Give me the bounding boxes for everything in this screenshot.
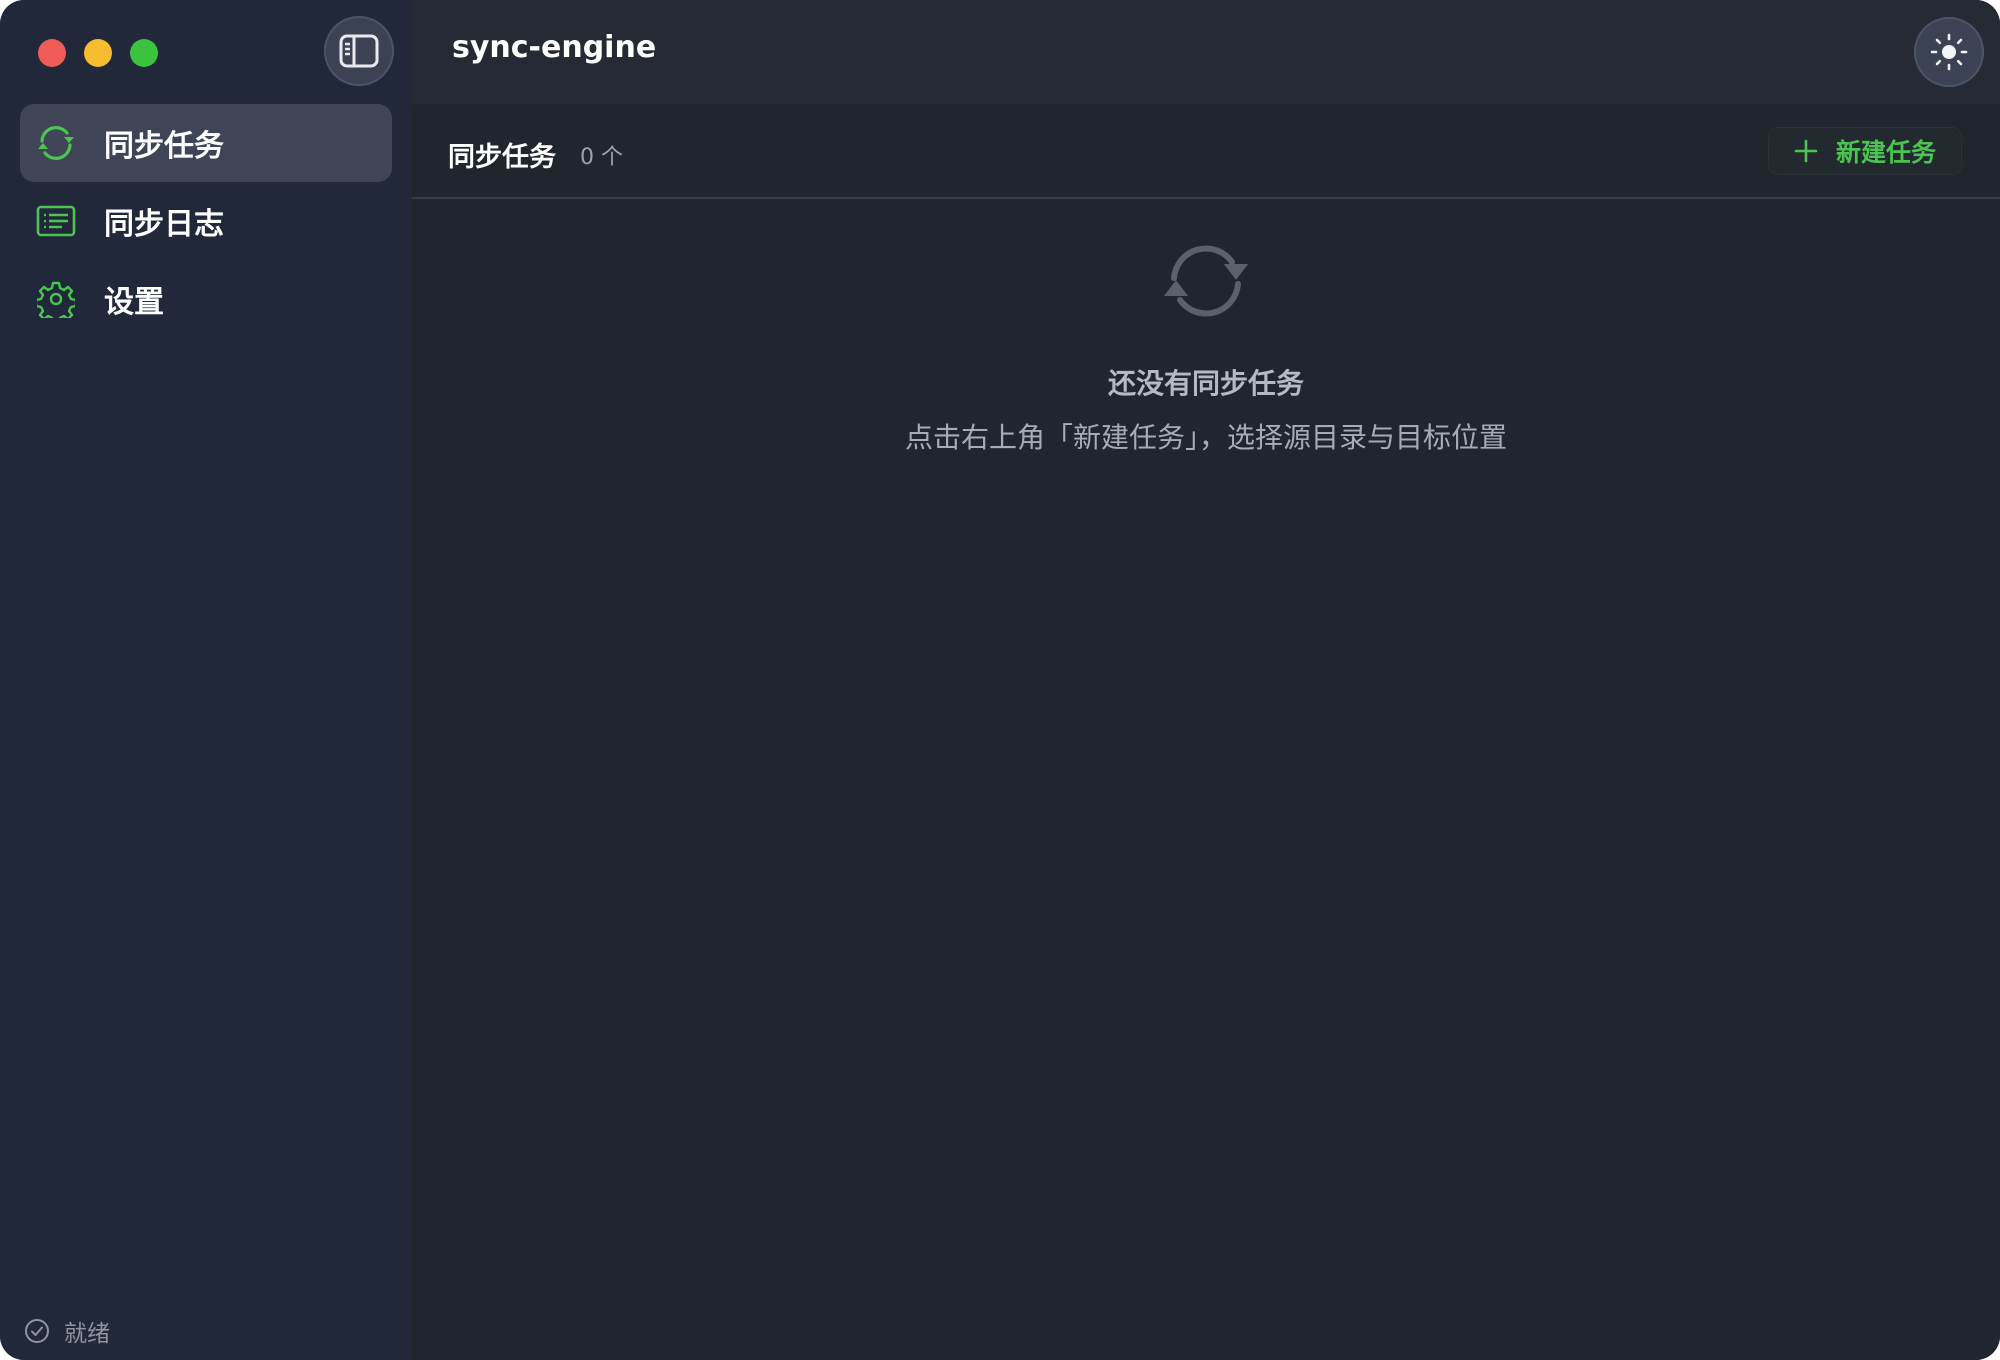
sync-empty-icon (412, 240, 2000, 320)
app-title: sync-engine (452, 30, 657, 65)
sidebar-item-settings[interactable]: 设置 (20, 260, 392, 338)
new-task-button[interactable]: 新建任务 (1768, 127, 1962, 175)
sidebar-toggle-button[interactable] (324, 16, 394, 86)
close-window-button[interactable] (38, 39, 66, 67)
new-task-label: 新建任务 (1835, 138, 1936, 167)
title-bar: sync-engine (412, 0, 2000, 105)
main-content: sync-engine 同步任务 0 个 新建任务 还没有同步任务 点击右上角「… (412, 0, 2000, 1360)
gear-icon (36, 279, 76, 319)
plus-icon (1794, 139, 1818, 163)
sidebar-item-label: 设置 (104, 285, 164, 320)
app-window: 同步任务 同步日志 设置 就绪 sync-engine 同步任务 0 个 新建任… (0, 0, 2000, 1360)
minimize-window-button[interactable] (84, 39, 112, 67)
window-controls (38, 39, 158, 67)
sidebar-item-sync-log[interactable]: 同步日志 (20, 182, 392, 260)
sidebar-item-label: 同步任务 (104, 129, 224, 164)
sidebar-item-label: 同步日志 (104, 207, 224, 242)
section-header: 同步任务 0 个 新建任务 (412, 105, 2000, 199)
sidebar-icon (339, 34, 379, 68)
empty-state: 还没有同步任务 点击右上角「新建任务」，选择源目录与目标位置 (412, 240, 2000, 456)
check-circle-icon (24, 1318, 50, 1344)
theme-toggle-button[interactable] (1914, 17, 1984, 87)
sidebar-nav: 同步任务 同步日志 设置 (20, 104, 392, 338)
empty-state-title: 还没有同步任务 (1107, 367, 1304, 400)
sidebar-item-sync-tasks[interactable]: 同步任务 (20, 104, 392, 182)
sync-icon (36, 123, 76, 163)
log-list-icon (36, 201, 76, 241)
sun-icon (1930, 33, 1968, 71)
empty-state-hint: 点击右上角「新建任务」，选择源目录与目标位置 (904, 421, 1507, 454)
sidebar: 同步任务 同步日志 设置 就绪 (0, 0, 412, 1360)
section-title: 同步任务 (448, 142, 556, 173)
status-text: 就绪 (64, 1321, 110, 1347)
task-count: 0 个 (580, 145, 623, 170)
status-indicator: 就绪 (24, 1314, 110, 1348)
maximize-window-button[interactable] (130, 39, 158, 67)
